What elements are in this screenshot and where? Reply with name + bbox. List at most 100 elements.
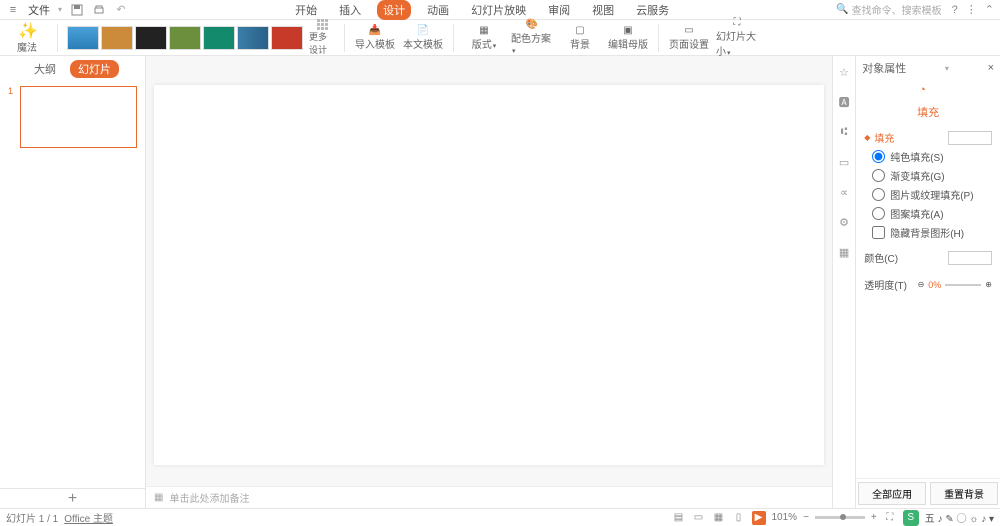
background-icon: ▢ (575, 25, 584, 36)
template-gallery[interactable] (67, 26, 303, 50)
outline-tab[interactable]: 大纲 (26, 60, 64, 78)
zoom-value[interactable]: 101% (772, 512, 798, 523)
opacity-value: 0% (928, 280, 941, 290)
file-menu-drop[interactable]: ▾ (58, 5, 62, 14)
slide-size-button[interactable]: ⛶ 幻灯片大小 (716, 17, 758, 58)
slide-canvas[interactable] (154, 85, 824, 465)
more-designs[interactable]: 更多设计 (309, 26, 335, 50)
zoom-in-icon[interactable]: + (871, 512, 877, 523)
zoom-slider[interactable] (815, 516, 865, 519)
notes-placeholder: 单击此处添加备注 (169, 490, 249, 505)
background-button[interactable]: ▢ 背景 (559, 25, 601, 51)
search-icon: 🔍 (836, 4, 848, 15)
fit-icon[interactable]: ⛶ (883, 511, 897, 525)
reset-bg-button[interactable]: 重置背景 (930, 482, 998, 505)
template-thumb[interactable] (237, 26, 269, 50)
reading-view-icon[interactable]: ▯ (732, 511, 746, 525)
slideshow-icon[interactable]: ▶ (752, 511, 766, 525)
hide-bg-checkbox[interactable] (872, 226, 885, 239)
fill-solid-option[interactable]: 纯色填充(S) (872, 149, 990, 164)
tab-view[interactable]: 视图 (586, 0, 620, 20)
tab-start[interactable]: 开始 (289, 0, 323, 20)
collapse-ribbon-icon[interactable]: ⌃ (985, 3, 994, 16)
fill-picture-option[interactable]: 图片或纹理填充(P) (872, 187, 990, 202)
tab-cloud[interactable]: 云服务 (630, 0, 675, 20)
print-icon[interactable] (92, 3, 106, 17)
page-setup-label: 页面设置 (669, 36, 709, 51)
fill-preview-swatch[interactable] (948, 131, 992, 145)
menu-icon[interactable]: ≡ (6, 3, 20, 17)
fill-options: 纯色填充(S) 渐变填充(G) 图片或纹理填充(P) 图案填充(A) 隐藏背景图… (856, 147, 1000, 244)
file-menu[interactable]: 文件 (28, 2, 50, 18)
opacity-label: 透明度(T) (864, 277, 907, 292)
slides-tab[interactable]: 幻灯片 (70, 60, 119, 78)
slide-thumbnail[interactable] (20, 86, 137, 148)
current-label: 本文模板 (403, 36, 443, 51)
fill-pattern-radio[interactable] (872, 207, 885, 220)
command-search[interactable]: 🔍 查找命令、搜索模板 (836, 2, 941, 17)
magic-label: 魔法 (17, 39, 37, 54)
tab-design[interactable]: 设计 (377, 0, 411, 20)
thumbnails[interactable]: 1 (0, 82, 145, 488)
template-thumb[interactable] (101, 26, 133, 50)
styles-icon[interactable]: 🅰 (836, 94, 852, 110)
edit-master-button[interactable]: ▣ 编辑母版 (607, 25, 649, 51)
normal-view-icon[interactable]: ▭ (692, 511, 706, 525)
hide-bg-option[interactable]: 隐藏背景图形(H) (872, 225, 990, 240)
save-icon[interactable] (70, 3, 84, 17)
property-category[interactable]: ◔ 填充 (856, 80, 1000, 124)
page-setup-button[interactable]: ▭ 页面设置 (668, 25, 710, 51)
notes-view-icon[interactable]: ▤ (672, 511, 686, 525)
color-scheme-button[interactable]: 🎨 配色方案 (511, 19, 553, 56)
close-pane-icon[interactable]: × (988, 62, 994, 74)
fill-pattern-option[interactable]: 图案填充(A) (872, 206, 990, 221)
color-label: 颜色(C) (864, 250, 898, 265)
editor-area: ▦ 单击此处添加备注 (146, 56, 832, 508)
tab-animation[interactable]: 动画 (421, 0, 455, 20)
opacity-slider[interactable]: ⊖ 0% ⊕ (918, 280, 992, 290)
template-thumb[interactable] (271, 26, 303, 50)
import-template[interactable]: 📥 导入模板 (354, 25, 396, 51)
fill-icon: ◔ (919, 84, 937, 102)
import-label: 导入模板 (355, 36, 395, 51)
fill-solid-radio[interactable] (872, 150, 885, 163)
sorter-view-icon[interactable]: ▦ (712, 511, 726, 525)
color-swatch[interactable] (948, 251, 992, 265)
notes-pane[interactable]: ▦ 单击此处添加备注 (146, 486, 832, 508)
notes-icon: ▦ (154, 492, 163, 503)
add-slide-button[interactable]: + (0, 488, 145, 508)
template-thumb[interactable] (203, 26, 235, 50)
more-icon[interactable]: ⋮ (966, 3, 977, 16)
tab-slideshow[interactable]: 幻灯片放映 (465, 0, 532, 20)
layout-icon: ▦ (479, 25, 488, 36)
layout-button[interactable]: ▦ 版式 (463, 25, 505, 51)
current-template[interactable]: 📄 本文模板 (402, 25, 444, 51)
fill-solid-label: 纯色填充(S) (890, 149, 943, 164)
zoom-out-icon[interactable]: − (803, 512, 809, 523)
titlebar: ≡ 文件 ▾ ↶ 开始 插入 设计 动画 幻灯片放映 审阅 视图 云服务 🔍 查… (0, 0, 1000, 20)
fill-gradient-option[interactable]: 渐变填充(G) (872, 168, 990, 183)
slide-position: 幻灯片 1 / 1 (6, 510, 58, 525)
wps-badge-icon[interactable]: S (903, 510, 919, 526)
apply-all-button[interactable]: 全部应用 (858, 482, 926, 505)
link-icon[interactable]: ⑆ (836, 124, 852, 140)
layout-label: 版式 (472, 36, 497, 51)
share-icon[interactable]: ∝ (836, 184, 852, 200)
template-thumb[interactable] (169, 26, 201, 50)
template-thumb[interactable] (135, 26, 167, 50)
property-header: 对象属性▾ × (856, 56, 1000, 80)
fill-section-title[interactable]: 填充 (856, 124, 1000, 147)
fill-gradient-radio[interactable] (872, 169, 885, 182)
magic-button[interactable]: ✨ 魔法 (6, 21, 48, 54)
shapes-icon[interactable]: ▭ (836, 154, 852, 170)
template-thumb[interactable] (67, 26, 99, 50)
tab-review[interactable]: 审阅 (542, 0, 576, 20)
fill-picture-radio[interactable] (872, 188, 885, 201)
grid-icon[interactable]: ▦ (836, 244, 852, 260)
help-icon[interactable]: ? (952, 4, 958, 16)
star-icon[interactable]: ☆ (836, 64, 852, 80)
undo-icon[interactable]: ↶ (114, 3, 128, 17)
tab-insert[interactable]: 插入 (333, 0, 367, 20)
settings-icon[interactable]: ⚙ (836, 214, 852, 230)
ime-indicator[interactable]: 五 ♪ ✎ ◯ ☼ ♪ ▾ (925, 510, 994, 525)
